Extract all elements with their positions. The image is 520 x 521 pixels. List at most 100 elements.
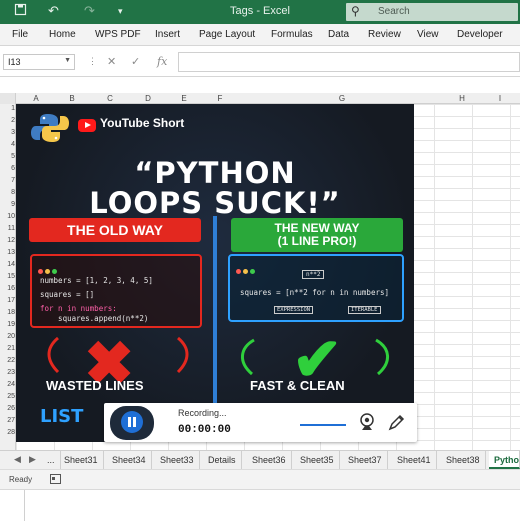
column-header[interactable]: A — [30, 94, 42, 103]
sheet-tab-active[interactable]: Pytho — [489, 451, 520, 469]
code-line: numbers = [1, 2, 3, 4, 5] — [40, 276, 153, 285]
sheet-tabs-bar: ◀ ▶ ... Sheet31 Sheet34 Sheet33 Details … — [0, 450, 520, 469]
pause-recording-button[interactable] — [110, 406, 154, 440]
column-header[interactable]: G — [336, 94, 348, 103]
check-icon[interactable]: ✓ — [131, 55, 140, 68]
tab-review[interactable]: Review — [368, 29, 401, 40]
row-header[interactable]: 28 — [0, 429, 15, 436]
formula-input[interactable] — [178, 52, 520, 72]
chevron-down-icon[interactable]: ▼ — [64, 57, 71, 64]
wasted-lines-caption: WASTED LINES — [46, 378, 144, 393]
row-header[interactable]: 27 — [0, 417, 15, 424]
row-header[interactable]: 14 — [0, 261, 15, 268]
column-header[interactable]: F — [214, 94, 226, 103]
search-box[interactable]: ⚲ Search — [346, 3, 518, 21]
embedded-thumbnail-image[interactable]: YouTube Short “PYTHON LOOPS SUCK!” THE O… — [16, 104, 414, 442]
row-header[interactable]: 10 — [0, 213, 15, 220]
one-line-code: squares = [n**2 for n in numbers] — [240, 288, 390, 297]
column-header[interactable]: I — [494, 94, 506, 103]
row-header[interactable]: 11 — [0, 225, 15, 232]
row-headers: 1 2 3 4 5 6 7 8 9 10 11 12 13 14 15 16 1… — [0, 104, 16, 450]
python-logo-icon — [31, 114, 69, 142]
row-header[interactable]: 8 — [0, 189, 15, 196]
sheet-tab[interactable]: Sheet35 — [295, 451, 340, 469]
new-way-badge: THE NEW WAY (1 LINE PRO!) — [231, 218, 403, 252]
pen-icon[interactable] — [387, 412, 405, 432]
row-header[interactable]: 26 — [0, 405, 15, 412]
row-header[interactable]: 16 — [0, 285, 15, 292]
sheet-tab[interactable]: Sheet34 — [107, 451, 152, 469]
recording-timer: 00:00:00 — [178, 424, 231, 436]
row-header[interactable]: 13 — [0, 249, 15, 256]
row-header[interactable]: 6 — [0, 165, 15, 172]
code-line: for n in numbers: — [40, 304, 117, 313]
row-header[interactable]: 22 — [0, 357, 15, 364]
row-header[interactable]: 19 — [0, 321, 15, 328]
code-line: squares.append(n**2) — [40, 314, 149, 323]
tab-insert[interactable]: Insert — [155, 29, 180, 40]
row-header[interactable]: 23 — [0, 369, 15, 376]
taskbar-area — [0, 489, 520, 521]
row-header[interactable]: 5 — [0, 153, 15, 160]
search-icon: ⚲ — [351, 4, 360, 18]
tab-home[interactable]: Home — [49, 29, 76, 40]
insert-function-icon[interactable]: fx — [157, 55, 167, 68]
row-header[interactable]: 3 — [0, 129, 15, 136]
pause-icon — [121, 411, 143, 433]
close-icon[interactable]: ✕ — [107, 55, 116, 68]
row-header[interactable]: 1 — [0, 105, 15, 112]
sheet-tab[interactable]: Sheet38 — [441, 451, 486, 469]
sheet-tab[interactable]: Sheet33 — [155, 451, 200, 469]
title-bar: ↶ ↷ ▾ Tags - Excel ⚲ Search — [0, 0, 520, 24]
tab-page-layout[interactable]: Page Layout — [199, 29, 255, 40]
tab-data[interactable]: Data — [328, 29, 349, 40]
column-header[interactable]: C — [104, 94, 116, 103]
row-header[interactable]: 4 — [0, 141, 15, 148]
row-header[interactable]: 9 — [0, 201, 15, 208]
sheet-tab[interactable]: Sheet31 — [59, 451, 104, 469]
column-header[interactable]: B — [66, 94, 78, 103]
sheet-tab[interactable]: Details — [203, 451, 242, 469]
headline-line-1: “PYTHON — [134, 156, 296, 190]
tab-formulas[interactable]: Formulas — [271, 29, 313, 40]
webcam-icon[interactable] — [358, 412, 376, 432]
status-ready: Ready — [9, 475, 33, 484]
row-header[interactable]: 15 — [0, 273, 15, 280]
sheet-tabs-more[interactable]: ... — [42, 451, 61, 469]
ribbon-tabs: File Home WPS PDF Insert Page Layout For… — [0, 24, 520, 46]
window-dots — [236, 261, 257, 279]
row-header[interactable]: 24 — [0, 381, 15, 388]
expression-tag: EXPRESSION — [274, 306, 314, 314]
chevron-left-icon[interactable]: ◀ — [14, 454, 21, 465]
row-header[interactable]: 17 — [0, 297, 15, 304]
youtube-play-icon — [78, 119, 96, 132]
tab-developer[interactable]: Developer — [457, 29, 503, 40]
new-way-subtitle: (1 LINE PRO!) — [277, 234, 357, 248]
row-header[interactable]: 25 — [0, 393, 15, 400]
column-header[interactable]: H — [456, 94, 468, 103]
tab-file[interactable]: File — [12, 29, 28, 40]
expression-tag-top: n**2 — [302, 270, 325, 279]
tab-wps-pdf[interactable]: WPS PDF — [95, 29, 141, 40]
status-bar: Ready — [0, 469, 520, 489]
sheet-tab[interactable]: Sheet41 — [392, 451, 437, 469]
row-header[interactable]: 2 — [0, 117, 15, 124]
chevron-right-icon[interactable]: ▶ — [29, 454, 36, 465]
select-all-corner[interactable] — [0, 93, 16, 104]
headline-line-2: LOOPS SUCK!” — [89, 186, 341, 220]
row-header[interactable]: 21 — [0, 345, 15, 352]
row-header[interactable]: 18 — [0, 309, 15, 316]
macro-recording-icon[interactable] — [50, 474, 61, 487]
sheet-tab[interactable]: Sheet36 — [247, 451, 292, 469]
sheet-tab[interactable]: Sheet37 — [343, 451, 388, 469]
column-header[interactable]: D — [142, 94, 154, 103]
tab-view[interactable]: View — [417, 29, 439, 40]
column-header[interactable]: E — [178, 94, 190, 103]
row-header[interactable]: 20 — [0, 333, 15, 340]
row-header[interactable]: 7 — [0, 177, 15, 184]
row-header[interactable]: 12 — [0, 237, 15, 244]
column-headers: A B C D E F G H I — [0, 93, 520, 104]
name-box[interactable]: I13 ▼ — [3, 54, 75, 70]
youtube-short-label: YouTube Short — [100, 116, 185, 130]
center-divider — [213, 216, 217, 412]
